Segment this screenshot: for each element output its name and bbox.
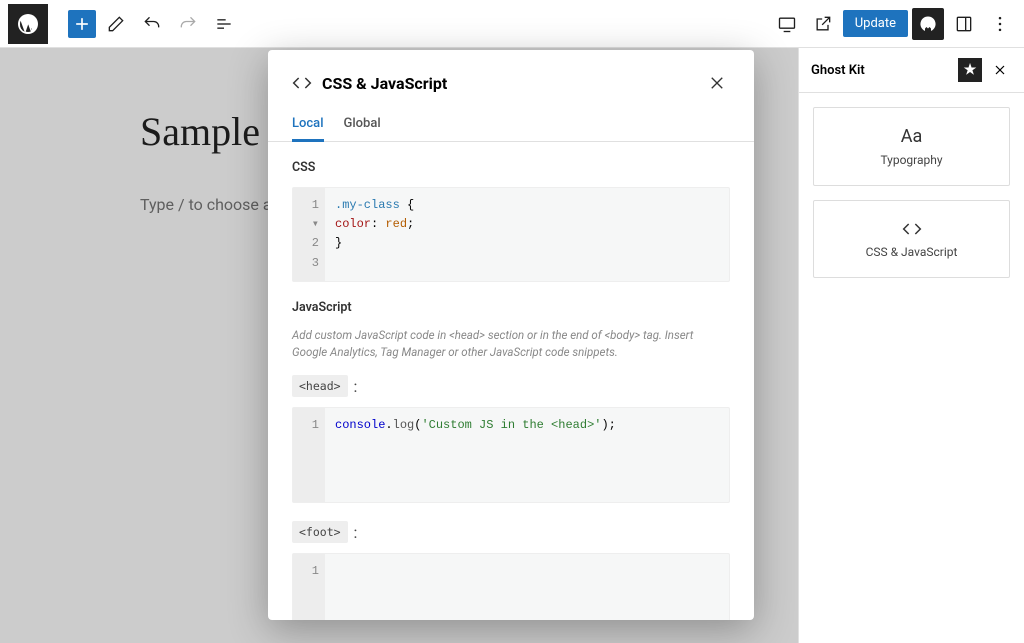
foot-js-gutter: 1	[293, 554, 325, 620]
star-icon[interactable]: ★	[958, 58, 982, 82]
tab-global[interactable]: Global	[344, 108, 381, 141]
modal-body: CSS 1 ▾23 .my-class { color: red;} JavaS…	[268, 142, 754, 620]
modal-close-button[interactable]	[704, 70, 730, 96]
foot-tag-chip: <foot>	[292, 521, 348, 543]
header-right-tools: Update	[771, 8, 1016, 40]
typography-label: Typography	[822, 153, 1001, 167]
header-left-tools	[8, 4, 240, 44]
head-js-gutter: 1	[293, 408, 325, 502]
edit-mode-button[interactable]	[100, 8, 132, 40]
tab-local[interactable]: Local	[292, 108, 324, 142]
redo-button[interactable]	[172, 8, 204, 40]
modal-header: CSS & JavaScript	[268, 50, 754, 96]
css-section-label: CSS	[292, 160, 730, 175]
css-gutter: 1 ▾23	[293, 188, 325, 281]
head-tag-label: <head> :	[292, 375, 730, 397]
update-button[interactable]: Update	[843, 10, 908, 37]
head-js-code-lines[interactable]: console.log('Custom JS in the <head>');	[325, 408, 729, 502]
foot-js-code-lines[interactable]	[325, 554, 729, 620]
code-icon	[292, 73, 312, 93]
css-js-label: CSS & JavaScript	[822, 245, 1001, 259]
modal-title: CSS & JavaScript	[322, 74, 447, 93]
sidebar-header: Ghost Kit ★	[799, 48, 1024, 93]
modal-tabs: Local Global	[268, 96, 754, 142]
css-code-lines[interactable]: .my-class { color: red;}	[325, 188, 729, 281]
js-section-label: JavaScript	[292, 300, 730, 315]
editor-header: Update	[0, 0, 1024, 48]
css-editor[interactable]: 1 ▾23 .my-class { color: red;}	[292, 187, 730, 282]
undo-button[interactable]	[136, 8, 168, 40]
foot-js-editor[interactable]: 1	[292, 553, 730, 620]
more-options-button[interactable]	[984, 8, 1016, 40]
settings-panel-toggle[interactable]	[948, 8, 980, 40]
head-js-editor[interactable]: 1 console.log('Custom JS in the <head>')…	[292, 407, 730, 503]
css-js-card[interactable]: CSS & JavaScript	[813, 200, 1010, 278]
css-js-modal: CSS & JavaScript Local Global CSS 1 ▾23 …	[268, 50, 754, 620]
typography-icon: Aa	[822, 126, 1001, 147]
wordpress-logo[interactable]	[8, 4, 48, 44]
add-block-button[interactable]	[68, 10, 96, 38]
document-overview-button[interactable]	[208, 8, 240, 40]
preview-desktop-button[interactable]	[771, 8, 803, 40]
sidebar-close-button[interactable]	[988, 58, 1012, 82]
sidebar-panel: Ghost Kit ★ Aa Typography CSS & JavaScri…	[798, 48, 1024, 643]
foot-tag-label: <foot> :	[292, 521, 730, 543]
code-icon	[822, 219, 1001, 239]
js-help-text: Add custom JavaScript code in <head> sec…	[292, 327, 730, 362]
external-preview-button[interactable]	[807, 8, 839, 40]
head-tag-chip: <head>	[292, 375, 348, 397]
ghostkit-toggle-button[interactable]	[912, 8, 944, 40]
sidebar-title: Ghost Kit	[811, 63, 865, 78]
typography-card[interactable]: Aa Typography	[813, 107, 1010, 186]
